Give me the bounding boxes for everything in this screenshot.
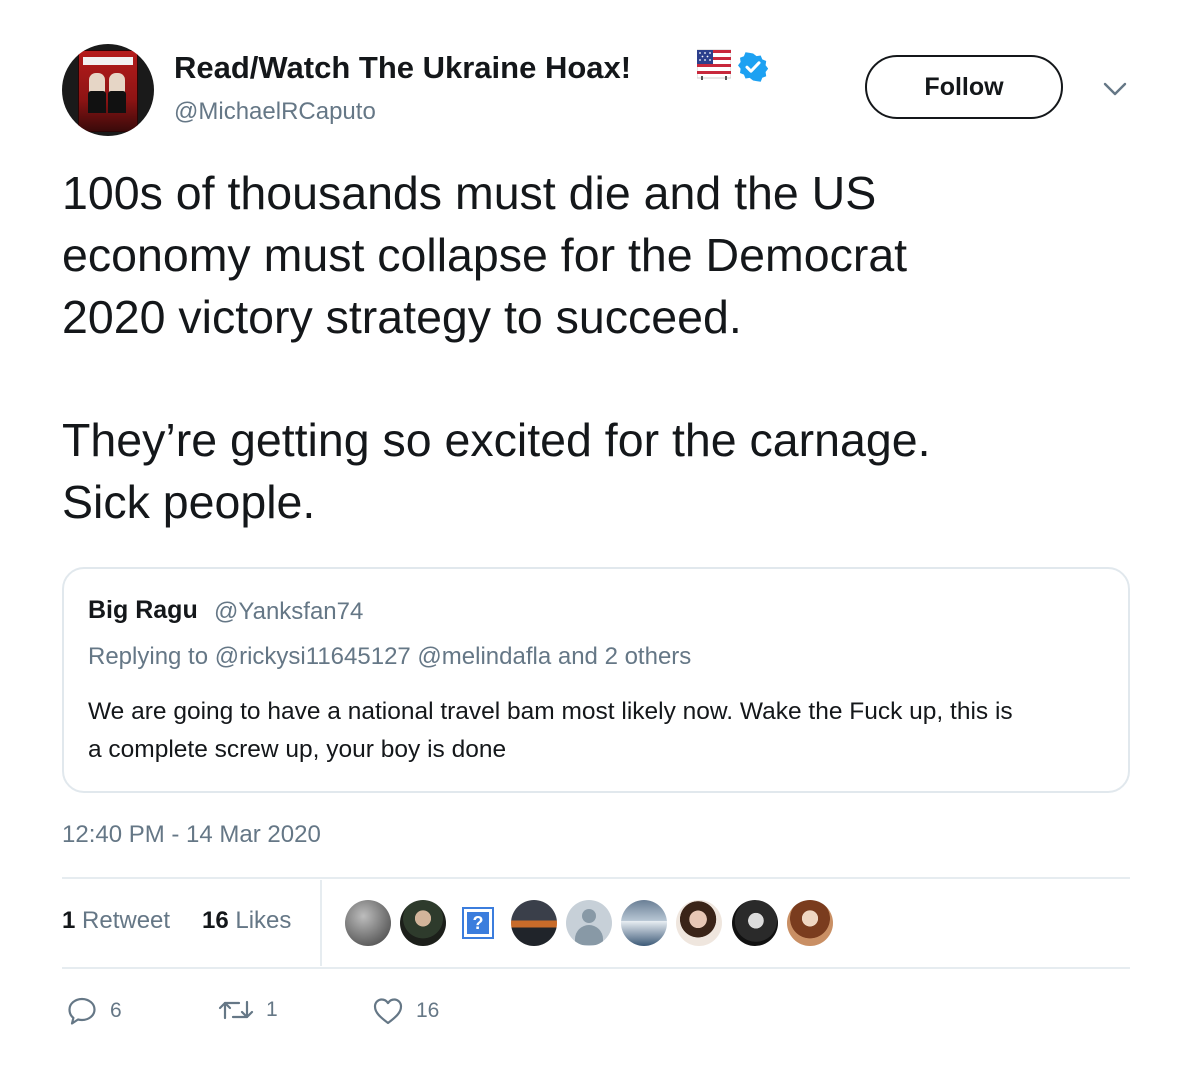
quoted-author-handle: @Yanksfan74 [214,598,364,625]
likes-label: Likes [235,907,292,934]
liker-avatar[interactable] [400,900,446,946]
retweet-action[interactable]: 1 [218,996,278,1024]
author-display-name[interactable]: Read/Watch The Ukraine Hoax! [174,50,631,86]
reply-action[interactable]: 6 [66,996,122,1026]
like-action[interactable]: 16 [372,996,439,1026]
quoted-author-name: Big Ragu [88,596,198,624]
chevron-down-icon[interactable] [1102,80,1128,98]
retweets-stat[interactable]: 1 Retweet [62,907,170,935]
tweet-text-line: 100s of thousands must die and the US [62,167,877,219]
us-flag-icon [697,49,731,80]
book-cover-image [78,50,138,132]
divider [62,877,1130,879]
tweet-timestamp[interactable]: 12:40 PM - 14 Mar 2020 [62,821,321,849]
liker-avatar[interactable] [676,900,722,946]
liker-avatar[interactable] [787,900,833,946]
divider [62,967,1130,969]
liker-avatar[interactable] [732,900,778,946]
retweets-count: 1 [62,907,76,934]
liker-avatar[interactable] [621,900,667,946]
heart-icon [373,998,403,1025]
tweet-text-line: They’re getting so excited for the carna… [62,414,931,466]
quoted-text-line: We are going to have a national travel b… [88,698,1013,725]
quoted-text-line: a complete screw up, your boy is done [88,736,507,763]
author-handle[interactable]: @MichaelRCaputo [174,98,376,126]
default-avatar[interactable] [566,900,612,946]
verified-badge-icon [738,52,768,82]
divider [320,880,322,966]
tweet-text-line: economy must collapse for the Democrat [62,229,908,281]
like-count: 16 [416,999,440,1022]
follow-button[interactable]: Follow [865,55,1063,119]
liker-avatar[interactable] [511,900,557,946]
liker-avatar[interactable] [345,900,391,946]
likes-count: 16 [202,907,229,934]
retweet-count: 1 [266,998,278,1021]
liker-avatar[interactable]: ? [462,907,494,939]
tweet-text-line: 2020 victory strategy to succeed. [62,291,742,343]
likes-stat[interactable]: 16 Likes [202,907,291,935]
reply-count: 6 [110,999,122,1022]
author-avatar[interactable] [62,44,154,136]
retweet-icon [218,1000,254,1020]
retweets-label: Retweet [82,907,171,934]
reply-icon [68,997,96,1025]
unknown-image-icon: ? [467,912,489,934]
quoted-replying-to: Replying to @rickysi11645127 @melindafla… [88,643,692,670]
tweet-text-line: Sick people. [62,476,316,528]
